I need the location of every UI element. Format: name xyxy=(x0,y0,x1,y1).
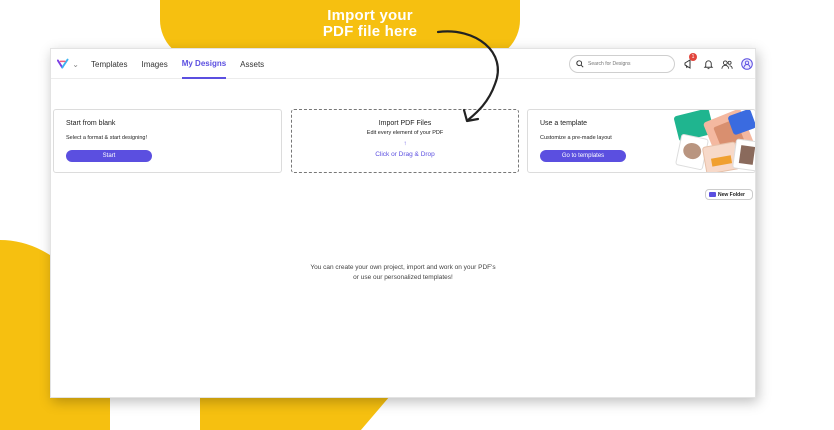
blank-card-subtitle: Select a format & start designing! xyxy=(66,135,148,141)
new-folder-button[interactable]: New Folder xyxy=(705,189,753,200)
profile-button[interactable] xyxy=(739,56,755,72)
app-window: ⌄ Templates Images My Designs Assets 1 xyxy=(50,48,756,398)
click-or-drag-link[interactable]: Click or Drag & Drop xyxy=(292,151,518,158)
import-callout-text: Import your PDF file here xyxy=(300,8,440,40)
avatar-icon xyxy=(741,58,753,70)
bell-icon xyxy=(703,59,713,69)
alerts-button[interactable] xyxy=(700,56,716,72)
main-nav: Templates Images My Designs Assets xyxy=(91,49,264,79)
empty-state-line-1: You can create your own project, import … xyxy=(310,264,496,271)
chevron-down-icon[interactable]: ⌄ xyxy=(72,60,79,69)
template-card-title: Use a template xyxy=(540,120,588,127)
blank-card-title: Start from blank xyxy=(66,120,116,127)
logo-icon xyxy=(57,58,69,69)
yellow-background-shape-bottom xyxy=(200,396,390,430)
users-icon xyxy=(721,59,733,69)
nav-assets[interactable]: Assets xyxy=(240,51,264,78)
start-from-blank-card[interactable]: Start from blank Select a format & start… xyxy=(53,109,282,173)
search-icon xyxy=(576,60,584,68)
search-input[interactable] xyxy=(588,61,668,67)
template-thumbnail xyxy=(732,138,755,172)
team-button[interactable] xyxy=(719,56,735,72)
new-folder-label: New Folder xyxy=(718,191,745,198)
go-to-templates-button[interactable]: Go to templates xyxy=(540,150,626,162)
folder-icon xyxy=(709,192,716,197)
empty-state-line-2: or use our personalized templates! xyxy=(353,274,453,281)
top-navigation-bar: ⌄ Templates Images My Designs Assets 1 xyxy=(51,49,755,79)
start-button[interactable]: Start xyxy=(66,150,152,162)
notifications-button[interactable]: 1 xyxy=(681,53,697,72)
notification-badge: 1 xyxy=(689,53,697,61)
callout-arrow-icon xyxy=(436,30,499,123)
callout-line-1: Import your xyxy=(327,7,413,24)
callout-line-2: PDF file here xyxy=(322,23,418,40)
nav-images[interactable]: Images xyxy=(141,51,167,78)
upload-arrow-icon: ↑ xyxy=(403,141,407,147)
template-card-subtitle: Customize a pre-made layout xyxy=(540,135,612,141)
nav-my-designs[interactable]: My Designs xyxy=(181,50,227,79)
search-box[interactable] xyxy=(569,55,675,73)
use-template-card[interactable]: Use a template Customize a pre-made layo… xyxy=(527,109,756,173)
app-logo[interactable]: ⌄ xyxy=(57,57,79,71)
empty-state-message: You can create your own project, import … xyxy=(51,263,755,283)
nav-templates[interactable]: Templates xyxy=(91,51,127,78)
